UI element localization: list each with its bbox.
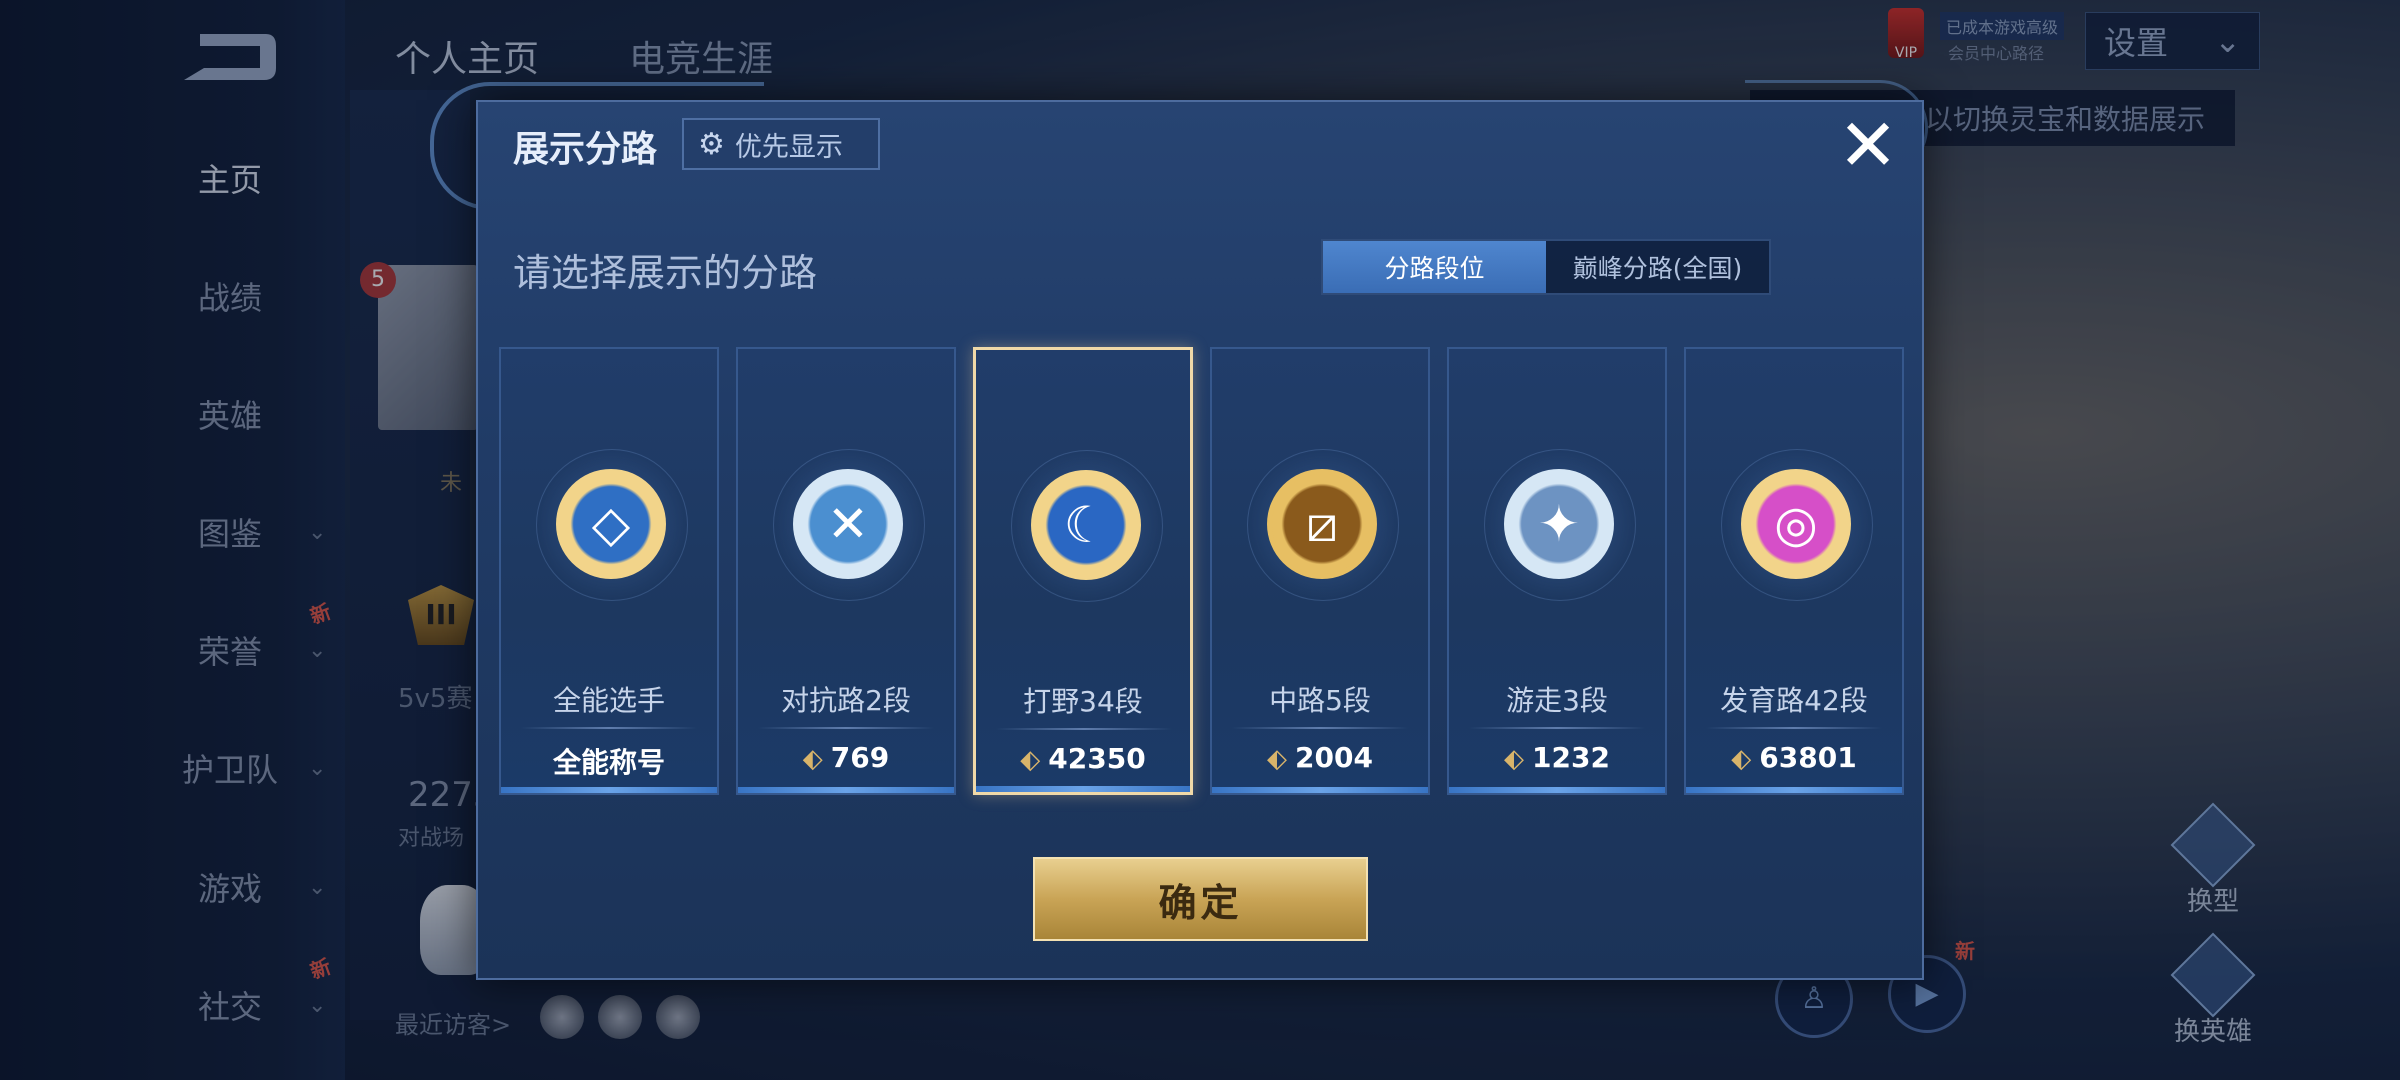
lane-score: ⬖ 1232 (1449, 741, 1665, 774)
lane-rank-label: 对抗路2段 (781, 684, 911, 717)
power-points-icon: ⬖ (1504, 744, 1525, 774)
toggle-lane-rank[interactable]: 分路段位 (1323, 241, 1546, 293)
divider (996, 728, 1172, 730)
roam-emblem-icon: ✦ (1504, 469, 1614, 579)
selection-prompt: 请选择展示的分路 (513, 251, 818, 295)
divider (758, 727, 934, 729)
power-points-icon: ⬖ (1020, 745, 1041, 775)
card-bottom-bar (1449, 787, 1665, 793)
priority-display-label: 优先显示 (734, 131, 843, 163)
lane-card[interactable]: ◎ 发育路42段 ⬖ 63801 (1684, 347, 1904, 795)
jungle-emblem-icon: ☾ (1031, 470, 1141, 580)
lane-score-value: 全能称号 (552, 746, 665, 779)
priority-display-button[interactable]: ⚙ 优先显示 (682, 118, 880, 170)
divider (1232, 727, 1408, 729)
dialog-title: 展示分路 (513, 129, 658, 170)
lane-score: ⬖ 769 (738, 741, 954, 774)
power-points-icon: ⬖ (802, 744, 823, 774)
card-bottom-bar (738, 787, 954, 793)
lane-rank-label: 打野34段 (1023, 685, 1143, 718)
mid-lane-emblem-icon: ⧄ (1267, 469, 1377, 579)
lane-card[interactable]: ✕ 对抗路2段 ⬖ 769 (736, 347, 956, 795)
confirm-button[interactable]: 确定 (1033, 857, 1368, 941)
divider (1469, 727, 1645, 729)
lane-card[interactable]: ⧄ 中路5段 ⬖ 2004 (1210, 347, 1430, 795)
lane-card-list: ◇ 全能选手 全能称号 ✕ 对抗路2段 ⬖ 769 ☾ 打野34段 ⬖ 42350 ⧄ 中路5段 ⬖ 200… (499, 347, 1909, 797)
lane-score-value: 769 (830, 741, 890, 774)
farm-lane-emblem-icon: ◎ (1741, 469, 1851, 579)
lane-score-value: 1232 (1532, 741, 1610, 774)
card-bottom-bar (976, 786, 1190, 792)
divider (1706, 727, 1882, 729)
lane-card[interactable]: ✦ 游走3段 ⬖ 1232 (1447, 347, 1667, 795)
toggle-peak-lane-national[interactable]: 巅峰分路(全国) (1546, 241, 1769, 293)
lane-rank-label: 发育路42段 (1720, 684, 1868, 717)
lane-score: 全能称号 (501, 741, 717, 781)
lane-score: ⬖ 2004 (1212, 741, 1428, 774)
all-round-emblem-icon: ◇ (556, 469, 666, 579)
lane-score-value: 63801 (1759, 741, 1857, 774)
lane-rank-label: 中路5段 (1269, 684, 1371, 717)
card-bottom-bar (1686, 787, 1902, 793)
power-points-icon: ⬖ (1731, 744, 1752, 774)
lane-score-value: 2004 (1295, 741, 1373, 774)
power-points-icon: ⬖ (1267, 744, 1288, 774)
lane-score-value: 42350 (1048, 742, 1146, 775)
gear-icon: ⚙ (698, 126, 725, 162)
lane-score: ⬖ 63801 (1686, 741, 1902, 774)
lane-display-dialog: 展示分路 ⚙ 优先显示 ✕ 请选择展示的分路 分路段位 巅峰分路(全国) ◇ 全能… (476, 100, 1924, 980)
lane-card[interactable]: ◇ 全能选手全能称号 (499, 347, 719, 795)
divider (521, 727, 697, 729)
lane-score: ⬖ 42350 (976, 742, 1190, 775)
clash-lane-emblem-icon: ✕ (793, 469, 903, 579)
lane-card[interactable]: ☾ 打野34段 ⬖ 42350 (973, 347, 1193, 795)
card-bottom-bar (501, 787, 717, 793)
lane-rank-label: 全能选手 (552, 684, 665, 717)
lane-rank-label: 游走3段 (1506, 684, 1608, 717)
card-bottom-bar (1212, 787, 1428, 793)
close-icon[interactable]: ✕ (1833, 109, 1903, 181)
lane-view-toggle: 分路段位 巅峰分路(全国) (1321, 239, 1771, 295)
